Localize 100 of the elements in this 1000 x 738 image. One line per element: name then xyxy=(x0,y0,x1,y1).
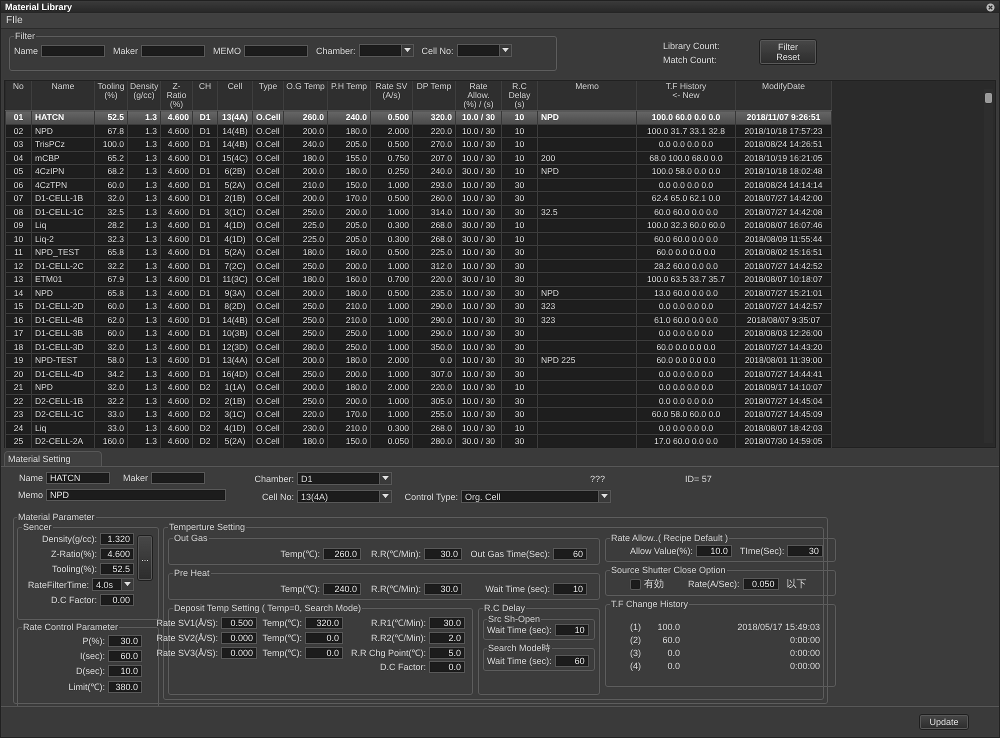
input-field[interactable]: 30.0 xyxy=(429,616,465,628)
table-row[interactable]: 05 4CzIPN 68.2 1.3 4.600 D1 6(2B) O.Cell 200.0 180.0 0.250 240.0 30.0 / 30 10 NPD 100.0 58.0 0.0 0.0 2018/10/18 18:02:48 xyxy=(6,164,832,178)
input-field[interactable]: 30.0 xyxy=(424,582,462,594)
column-header[interactable]: Rate Allow. (%) / (s) xyxy=(456,81,502,110)
dropdown[interactable] xyxy=(358,44,414,57)
table-cell: 4.600 xyxy=(160,367,192,380)
input-field[interactable]: 60 xyxy=(554,655,589,667)
tab[interactable]: Material Setting xyxy=(4,451,102,466)
table-row[interactable]: 09 Liq 28.2 1.3 4.600 D1 4(1D) O.Cell 225.0 205.0 0.300 268.0 30.0 / 30 10 100.0 32.3 60.0 60.0 2018/08/07 16:07:46 xyxy=(6,218,832,232)
input-field[interactable]: 0.0 xyxy=(305,632,343,644)
checkbox[interactable] xyxy=(630,578,641,590)
input-field[interactable]: 5.0 xyxy=(429,646,465,658)
table-cell: 10.0 / 30 xyxy=(456,340,502,354)
table-row[interactable]: 12 D1-CELL-2C 32.2 1.3 4.600 D1 7(2C) O.Cell 250.0 200.0 1.000 312.0 10.0 / 30 30 28.2 60.0 0.0 0.0 2018/07/27 14:42:52 xyxy=(6,259,832,272)
input-field[interactable]: 30.0 xyxy=(108,635,142,647)
table-row[interactable]: 20 D1-CELL-4D 34.2 1.3 4.600 D1 16(4D) O.Cell 250.0 200.0 1.000 307.0 10.0 / 30 30 0.0 0.0 0.0 0.0 2018/07/27 14:44:41 xyxy=(6,367,832,380)
table-row[interactable]: 10 Liq-2 32.3 1.3 4.600 D1 4(1D) O.Cell 225.0 205.0 0.300 268.0 30.0 / 30 10 60.0 60.0 0.0 0.0 2018/08/09 11:55:44 xyxy=(6,232,832,246)
table-row[interactable]: 01 HATCN 52.5 1.3 4.600 D1 13(4A) O.Cell 260.0 240.0 0.500 320.0 10.0 / 30 10 NPD 100.0 60.0 0.0 0.0 2018/11/07 9:26:51 xyxy=(6,110,832,124)
column-header[interactable]: DP Temp xyxy=(412,81,456,110)
input-field[interactable]: 240.0 xyxy=(323,582,361,594)
input-field[interactable] xyxy=(244,44,308,56)
input-field[interactable]: 0.500 xyxy=(221,616,257,628)
input-field[interactable]: 10 xyxy=(554,624,589,636)
update-button[interactable]: Update xyxy=(919,714,969,730)
table-row[interactable]: 16 D1-CELL-4B 62.0 1.3 4.600 D1 14(4B) O.Cell 250.0 210.0 1.000 290.0 10.0 / 30 30 323 61.0 60.0 0.0 0.0 2018/08/07 9:35:07 xyxy=(6,313,832,326)
table-row[interactable]: 11 NPD_TEST 65.8 1.3 4.600 D1 5(2A) O.Cell 180.0 160.0 0.500 225.0 10.0 / 30 30 60.0 0.0 0.0 0.0 2018/08/02 15:16:51 xyxy=(6,246,832,259)
column-header[interactable]: Cell xyxy=(218,81,252,110)
input-field[interactable]: 380.0 xyxy=(108,680,142,692)
input-field[interactable]: HATCN xyxy=(46,472,110,484)
table-row[interactable]: 18 D1-CELL-3D 32.0 1.3 4.600 D1 12(3D) O.Cell 280.0 250.0 1.000 350.0 10.0 / 30 30 60.0 0.0 0.0 0.0 2018/07/27 14:43:20 xyxy=(6,340,832,354)
table-row[interactable]: 17 D1-CELL-3B 60.0 1.3 4.600 D1 10(3B) O.Cell 250.0 250.0 1.000 290.0 10.0 / 30 30 0.0 0.0 0.0 0.0 2018/08/03 12:26:00 xyxy=(6,326,832,340)
input-field[interactable]: 10.0 xyxy=(108,665,142,677)
table-row[interactable]: 02 NPD 67.8 1.3 4.600 D1 14(4B) O.Cell 200.0 180.0 2.000 220.0 10.0 / 30 10 100.0 31.7 33.1 32.8 2018/10/18 17:57:23 xyxy=(6,124,832,138)
table-row[interactable]: 06 4CzTPN 60.0 1.3 4.600 D1 5(2A) O.Cell 210.0 150.0 1.000 293.0 10.0 / 30 30 0.0 0.0 0.0 0.0 2018/08/24 14:14:14 xyxy=(6,178,832,192)
table-cell: 4.600 xyxy=(160,394,192,408)
scrollbar[interactable] xyxy=(984,89,993,443)
table-cell: 10.0 / 30 xyxy=(456,326,502,340)
dropdown[interactable] xyxy=(456,44,512,57)
input-field[interactable]: 0.000 xyxy=(221,632,257,644)
column-header[interactable]: Type xyxy=(252,81,284,110)
column-header[interactable]: Rate SV (A/s) xyxy=(370,81,412,110)
input-field[interactable]: NPD xyxy=(46,489,226,501)
column-header[interactable]: Z-Ratio (%) xyxy=(160,81,192,110)
close-icon[interactable] xyxy=(986,2,995,12)
dropdown[interactable]: 13(4A) xyxy=(297,490,392,503)
column-header[interactable]: Name xyxy=(32,81,94,110)
input-field[interactable]: 260.0 xyxy=(323,548,361,560)
column-header[interactable]: T.F History <- New xyxy=(636,81,736,110)
column-header[interactable]: R.C Delay (s) xyxy=(502,81,538,110)
table-cell: 270.0 xyxy=(412,138,456,151)
input-field[interactable] xyxy=(141,44,206,56)
table-row[interactable]: 24 Liq 33.0 1.3 4.600 D2 4(1D) O.Cell 230.0 210.0 0.300 268.0 10.0 / 30 10 0.0 0.0 0.0 0.0 2018/08/07 18:42:03 xyxy=(6,421,832,434)
table-row[interactable]: 21 NPD 32.0 1.3 4.600 D2 1(1A) O.Cell 200.0 180.0 2.000 220.0 10.0 / 30 10 0.0 0.0 0.0 0.0 2018/09/17 14:10:07 xyxy=(6,380,832,394)
table-cell: 4.600 xyxy=(160,205,192,218)
input-field[interactable]: 2.0 xyxy=(429,632,465,644)
input-field[interactable]: 0.050 xyxy=(742,578,779,590)
column-header[interactable]: P.H Temp xyxy=(328,81,370,110)
table-row[interactable]: 04 mCBP 65.2 1.3 4.600 D1 15(4C) O.Cell 180.0 155.0 0.750 207.0 10.0 / 30 10 200 68.0 100.0 68.0 0.0 2018/10/19 16:21:05 xyxy=(6,151,832,164)
table-row[interactable]: 08 D1-CELL-1C 32.5 1.3 4.600 D1 3(1C) O.Cell 250.0 200.0 1.000 314.0 10.0 / 30 30 32.5 60.0 60.0 0.0 0.0 2018/07/27 14:42:08 xyxy=(6,205,832,218)
input-field[interactable] xyxy=(151,472,205,484)
dropdown[interactable]: D1 xyxy=(297,472,392,485)
input-field[interactable]: 4.600 xyxy=(100,548,134,560)
table-row[interactable]: 25 D2-CELL-2A 160.0 1.3 4.600 D2 5(2A) O.Cell 180.0 150.0 0.050 280.0 30.0 / 30 30 17.0 60.0 0.0 0.0 2018/07/30 14:59:05 xyxy=(6,434,832,448)
table-cell: 60.0 xyxy=(94,300,128,313)
table-row[interactable]: 15 D1-CELL-2D 60.0 1.3 4.600 D1 8(2D) O.Cell 250.0 210.0 1.000 290.0 10.0 / 30 30 323 0.0 0.0 0.0 0.0 2018/07/27 14:42:57 xyxy=(6,300,832,313)
table-row[interactable]: 22 D2-CELL-1B 32.2 1.3 4.600 D2 2(1B) O.Cell 250.0 200.0 1.000 305.0 10.0 / 30 30 0.0 0.0 0.0 0.0 2018/07/27 14:45:04 xyxy=(6,394,832,408)
column-header[interactable]: ModifyDate xyxy=(736,81,832,110)
input-field[interactable]: 0.0 xyxy=(429,661,465,673)
table-row[interactable]: 03 TrisPCz 100.0 1.3 4.600 D1 14(4B) O.Cell 240.0 205.0 0.500 270.0 10.0 / 30 10 0.0 0.0 0.0 0.0 2018/08/24 14:26:51 xyxy=(6,138,832,151)
more-button[interactable]: ... xyxy=(137,535,153,581)
column-header[interactable]: Memo xyxy=(538,81,636,110)
table-row[interactable]: 13 ETM01 67.9 1.3 4.600 D1 11(3C) O.Cell 180.0 160.0 0.700 220.0 30.0 / 10 30 100.0 63.5 33.7 35.7 2018/08/07 10:18:07 xyxy=(6,272,832,286)
column-header[interactable]: No xyxy=(6,81,32,110)
input-field[interactable]: 1.320 xyxy=(100,533,134,545)
column-header[interactable]: Density (g/cc) xyxy=(128,81,160,110)
table-row[interactable]: 07 D1-CELL-1B 32.0 1.3 4.600 D1 2(1B) O.Cell 200.0 170.0 0.500 260.0 10.0 / 30 30 62.4 65.0 62.1 0.0 2018/07/27 14:42:00 xyxy=(6,192,832,205)
input-field[interactable]: 0.00 xyxy=(100,594,134,606)
input-field[interactable]: 10.0 xyxy=(696,545,732,557)
table-cell: 14(4B) xyxy=(218,313,252,326)
input-field[interactable]: 320.0 xyxy=(305,616,343,628)
input-field[interactable]: 30 xyxy=(786,545,823,557)
input-field[interactable] xyxy=(41,44,106,56)
input-field[interactable]: 60.0 xyxy=(108,650,142,662)
table-row[interactable]: 23 D2-CELL-1C 33.0 1.3 4.600 D2 3(1C) O.Cell 220.0 170.0 1.000 255.0 10.0 / 30 30 60.0 58.0 60.0 0.0 2018/07/27 14:45:09 xyxy=(6,408,832,421)
column-header[interactable]: O.G Temp xyxy=(284,81,328,110)
dropdown[interactable]: 4.0s xyxy=(92,578,134,591)
input-field[interactable]: 60 xyxy=(553,548,587,560)
column-header[interactable]: CH xyxy=(192,81,218,110)
input-field[interactable]: 0.0 xyxy=(305,646,343,658)
table-cell: 17.0 60.0 0.0 0.0 xyxy=(636,434,736,448)
input-field[interactable]: 52.5 xyxy=(100,563,134,575)
menu-item[interactable]: FIle xyxy=(6,15,23,26)
input-field[interactable]: 0.000 xyxy=(221,646,257,658)
input-field[interactable]: 30.0 xyxy=(424,548,462,560)
input-field[interactable]: 10 xyxy=(553,582,587,594)
column-header[interactable]: Tooling (%) xyxy=(94,81,128,110)
table-row[interactable]: 14 NPD 65.8 1.3 4.600 D1 9(3A) O.Cell 200.0 180.0 0.500 235.0 10.0 / 30 30 NPD 13.0 60.0 0.0 0.0 2018/07/27 15:21:01 xyxy=(6,286,832,300)
table-row[interactable]: 19 NPD-TEST 58.0 1.3 4.600 D1 13(4A) O.Cell 200.0 180.0 2.000 0.0 10.0 / 30 30 NPD 225 60.0 0.0 0.0 0.0 2018/08/01 11:39:00 xyxy=(6,354,832,367)
filter-reset-button[interactable]: Filter Reset xyxy=(759,39,817,65)
dropdown[interactable]: Org. Cell xyxy=(461,490,611,503)
